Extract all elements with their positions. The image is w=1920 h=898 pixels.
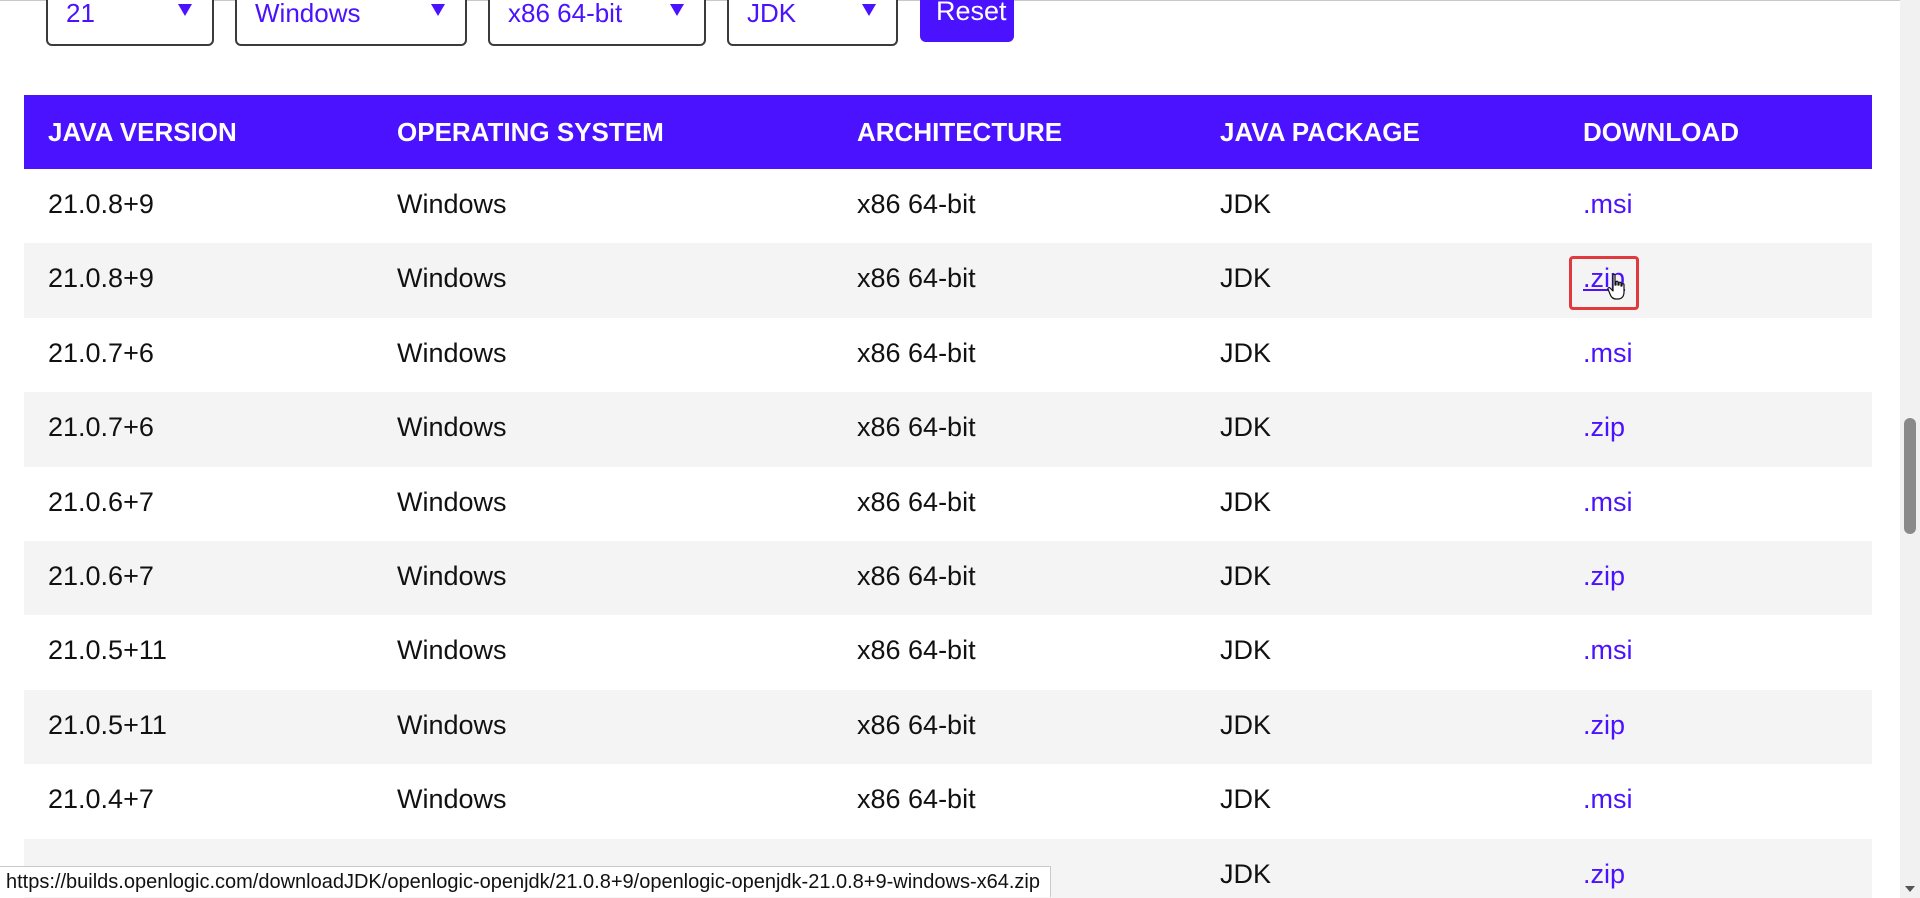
cell-os: Windows bbox=[397, 784, 507, 815]
download-link-msi[interactable]: .msi bbox=[1583, 635, 1633, 666]
cell-version: 21.0.8+9 bbox=[48, 263, 154, 294]
status-bar-url: https://builds.openlogic.com/downloadJDK… bbox=[0, 866, 1051, 897]
cell-package: JDK bbox=[1220, 263, 1272, 294]
cell-version: 21.0.7+6 bbox=[48, 337, 154, 368]
cell-package: JDK bbox=[1220, 337, 1272, 368]
cell-version: 21.0.7+6 bbox=[48, 412, 154, 443]
cell-os: Windows bbox=[397, 560, 507, 591]
filter-bar: 21 Windows x86 64-bit JDK Reset bbox=[0, 0, 1900, 60]
cell-package: JDK bbox=[1220, 486, 1272, 517]
table-row: 21.0.8+9 Windows x86 64-bit JDK .zip bbox=[24, 243, 1872, 318]
cell-os: Windows bbox=[397, 635, 507, 666]
table-row: 21.0.7+6 Windows x86 64-bit JDK .zip bbox=[24, 392, 1872, 467]
table-row: 21.0.6+7 Windows x86 64-bit JDK .zip bbox=[24, 540, 1872, 616]
os-select[interactable]: Windows bbox=[235, 0, 467, 46]
cell-version: 21.0.6+7 bbox=[48, 486, 154, 517]
header-java-version: JAVA VERSION bbox=[48, 117, 237, 147]
downloads-table: JAVA VERSION OPERATING SYSTEM ARCHITECTU… bbox=[24, 95, 1872, 898]
version-select-value: 21 bbox=[66, 0, 95, 28]
cell-os: Windows bbox=[397, 412, 507, 443]
cell-package: JDK bbox=[1220, 709, 1272, 740]
cell-package: JDK bbox=[1220, 560, 1272, 591]
os-select-value: Windows bbox=[255, 0, 361, 28]
download-link-msi[interactable]: .msi bbox=[1583, 784, 1633, 815]
chevron-down-icon bbox=[862, 4, 876, 16]
cell-version: 21.0.5+11 bbox=[48, 635, 167, 666]
cell-arch: x86 64-bit bbox=[857, 486, 976, 517]
cell-version: 21.0.6+7 bbox=[48, 560, 154, 591]
cell-package: JDK bbox=[1220, 784, 1272, 815]
cell-version: 21.0.4+7 bbox=[48, 784, 154, 815]
download-link-zip[interactable]: .zip bbox=[1583, 561, 1625, 592]
cell-version: 21.0.8+9 bbox=[48, 189, 154, 219]
table-header: JAVA VERSION OPERATING SYSTEM ARCHITECTU… bbox=[24, 95, 1872, 169]
cell-arch: x86 64-bit bbox=[857, 189, 976, 219]
scroll-down-arrow-icon[interactable] bbox=[1905, 886, 1915, 892]
header-operating-system: OPERATING SYSTEM bbox=[397, 117, 664, 147]
reset-button[interactable]: Reset bbox=[920, 0, 1014, 42]
cell-package: JDK bbox=[1220, 858, 1272, 889]
cell-arch: x86 64-bit bbox=[857, 784, 976, 815]
cell-os: Windows bbox=[397, 189, 507, 219]
chevron-down-icon bbox=[670, 4, 684, 16]
cell-os: Windows bbox=[397, 263, 507, 294]
cell-arch: x86 64-bit bbox=[857, 709, 976, 740]
package-select-value: JDK bbox=[747, 0, 797, 28]
chevron-down-icon bbox=[178, 4, 192, 16]
hand-cursor-icon bbox=[1607, 274, 1625, 300]
cell-os: Windows bbox=[397, 709, 507, 740]
download-link-zip[interactable]: .zip bbox=[1583, 859, 1625, 890]
vertical-scrollbar[interactable] bbox=[1900, 0, 1920, 898]
scrollbar-thumb[interactable] bbox=[1904, 418, 1916, 534]
cell-os: Windows bbox=[397, 486, 507, 517]
table-row: 21.0.6+7 Windows x86 64-bit JDK .msi bbox=[24, 467, 1872, 541]
table-row: 21.0.8+9 Windows x86 64-bit JDK .msi bbox=[24, 169, 1872, 243]
table-row: 21.0.7+6 Windows x86 64-bit JDK .msi bbox=[24, 318, 1872, 392]
download-link-zip[interactable]: .zip bbox=[1583, 412, 1625, 443]
download-link-msi[interactable]: .msi bbox=[1583, 338, 1633, 369]
cell-package: JDK bbox=[1220, 635, 1272, 666]
version-select[interactable]: 21 bbox=[46, 0, 214, 46]
cell-arch: x86 64-bit bbox=[857, 635, 976, 666]
download-link-zip[interactable]: .zip bbox=[1583, 710, 1625, 741]
download-link-msi[interactable]: .msi bbox=[1583, 487, 1633, 518]
header-java-package: JAVA PACKAGE bbox=[1220, 117, 1420, 147]
cell-os: Windows bbox=[397, 337, 507, 368]
table-row: 21.0.5+11 Windows x86 64-bit JDK .msi bbox=[24, 615, 1872, 689]
cell-arch: x86 64-bit bbox=[857, 560, 976, 591]
cell-arch: x86 64-bit bbox=[857, 263, 976, 294]
header-architecture: ARCHITECTURE bbox=[857, 117, 1063, 147]
arch-select[interactable]: x86 64-bit bbox=[488, 0, 706, 46]
package-select[interactable]: JDK bbox=[727, 0, 898, 46]
download-link-msi[interactable]: .msi bbox=[1583, 189, 1633, 220]
cell-version: 21.0.5+11 bbox=[48, 709, 167, 740]
arch-select-value: x86 64-bit bbox=[508, 0, 623, 28]
chevron-down-icon bbox=[431, 4, 445, 16]
cell-package: JDK bbox=[1220, 189, 1272, 219]
header-download: DOWNLOAD bbox=[1583, 117, 1739, 147]
table-row: 21.0.5+11 Windows x86 64-bit JDK .zip bbox=[24, 689, 1872, 765]
cell-package: JDK bbox=[1220, 412, 1272, 443]
highlight-box bbox=[1569, 256, 1639, 311]
table-row: 21.0.4+7 Windows x86 64-bit JDK .msi bbox=[24, 764, 1872, 838]
cell-arch: x86 64-bit bbox=[857, 412, 976, 443]
page: 21 Windows x86 64-bit JDK Reset JAVA VER… bbox=[0, 0, 1920, 898]
cell-arch: x86 64-bit bbox=[857, 337, 976, 368]
